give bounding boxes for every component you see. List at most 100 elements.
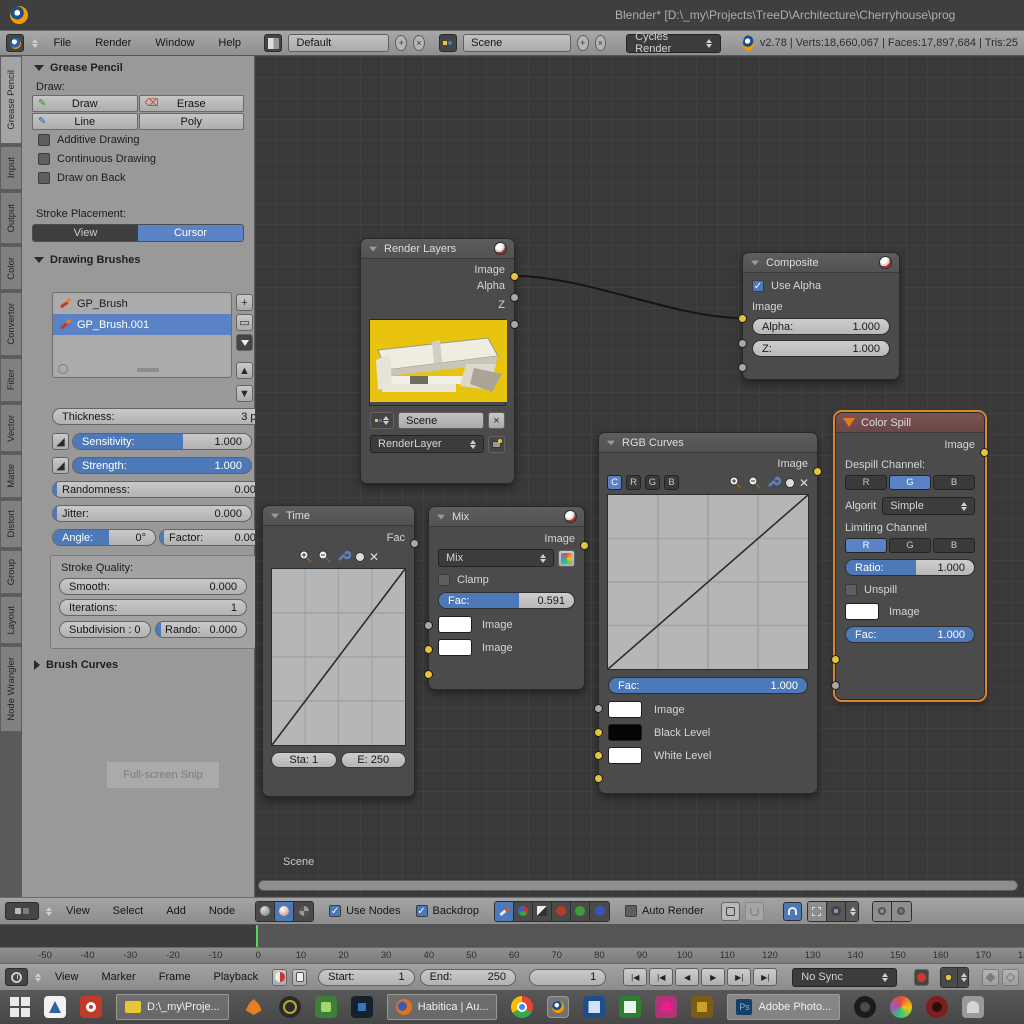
- input-socket-image[interactable]: [831, 655, 840, 664]
- input-socket-fac[interactable]: [424, 621, 433, 630]
- panel-drawing-brushes-header[interactable]: Drawing Brushes: [22, 248, 254, 270]
- curves-fac-slider[interactable]: Fac:1.000: [608, 677, 808, 694]
- output-socket-fac[interactable]: [410, 539, 419, 548]
- gp-line-button[interactable]: ✎Line: [32, 113, 138, 130]
- menu-window[interactable]: Window: [146, 37, 203, 49]
- timeline-playhead[interactable]: [256, 925, 258, 947]
- use-alpha-checkbox[interactable]: ✓: [752, 280, 764, 292]
- zoom-in-icon[interactable]: [298, 549, 313, 564]
- snap-toggle-button[interactable]: [783, 902, 802, 921]
- backdrop-checkbox[interactable]: ✓: [416, 905, 428, 917]
- curves-image-swatch[interactable]: [608, 701, 642, 718]
- mix-input2-color-swatch[interactable]: [438, 639, 472, 656]
- app-icon-13[interactable]: [890, 996, 912, 1018]
- horizontal-scrollbar[interactable]: [258, 880, 1018, 891]
- start-button[interactable]: [10, 997, 30, 1017]
- r-channel-button[interactable]: [552, 902, 571, 921]
- screen-layout-icon-button[interactable]: [264, 34, 282, 52]
- preview-range-icon-button[interactable]: [272, 969, 287, 986]
- despill-r-button[interactable]: R: [845, 475, 887, 490]
- keying-set-stepper[interactable]: [958, 968, 968, 987]
- app-icon-14[interactable]: [926, 996, 948, 1018]
- delete-x-icon[interactable]: ✕: [369, 550, 379, 564]
- use-nodes-checkbox[interactable]: ✓: [329, 905, 341, 917]
- rgb-channel-icon[interactable]: [514, 902, 533, 921]
- output-socket-image[interactable]: [510, 272, 519, 281]
- grease-pencil-draw-icon[interactable]: [495, 902, 514, 921]
- thickness-slider[interactable]: Thickness:3 px: [52, 408, 272, 425]
- subdivision-stepper[interactable]: Subdivision : 0: [59, 621, 151, 638]
- app-icon-2[interactable]: [80, 996, 102, 1018]
- render-layer-select[interactable]: RenderLayer: [370, 435, 484, 453]
- clipping-dot-icon[interactable]: [355, 552, 365, 562]
- input-socket-image[interactable]: [738, 314, 747, 323]
- sensitivity-pressure-icon-button[interactable]: ◢: [52, 433, 69, 450]
- composite-alpha-stepper[interactable]: Alpha:1.000: [752, 318, 890, 335]
- sidebar-tab-layout[interactable]: Layout: [0, 596, 22, 644]
- alpha-channel-icon[interactable]: [533, 902, 552, 921]
- start-frame-stepper[interactable]: Start:1: [318, 969, 414, 986]
- node-mix[interactable]: Mix Image Mix Clamp Fac:0.591 Image Imag…: [428, 506, 585, 690]
- angle-slider[interactable]: Angle:0°: [52, 529, 156, 546]
- delete-x-icon[interactable]: ✕: [799, 476, 809, 490]
- list-grip[interactable]: [137, 368, 159, 372]
- keying-set-icon[interactable]: [941, 968, 958, 987]
- jitter-slider[interactable]: Jitter:0.000: [52, 505, 252, 522]
- app-icon-6[interactable]: [351, 996, 373, 1018]
- menu-marker[interactable]: Marker: [92, 971, 144, 983]
- timeline-editor-type-button[interactable]: [5, 968, 28, 986]
- rgb-curve-widget[interactable]: [608, 495, 808, 669]
- channel-b-button[interactable]: B: [664, 475, 679, 490]
- rl-scene-field[interactable]: Scene: [398, 412, 484, 429]
- sensitivity-slider[interactable]: Sensitivity:1.000: [72, 433, 252, 450]
- sidebar-tab-convertor[interactable]: Convertor: [0, 292, 22, 356]
- chrome-icon[interactable]: [511, 996, 533, 1018]
- clipping-dot-icon[interactable]: [785, 478, 795, 488]
- auto-render-checkbox[interactable]: [625, 905, 637, 917]
- menu-render[interactable]: Render: [86, 37, 140, 49]
- snap-target-button[interactable]: [827, 902, 846, 921]
- b-channel-button[interactable]: [590, 902, 609, 921]
- unspill-checkbox[interactable]: [845, 584, 857, 596]
- brush-list-item-selected[interactable]: GP_Brush.001: [53, 314, 231, 335]
- limiting-g-button[interactable]: G: [889, 538, 931, 553]
- sidebar-tab-input[interactable]: Input: [0, 146, 22, 190]
- explorer-task-button[interactable]: D:\_my\Proje...: [116, 994, 229, 1020]
- channel-r-button[interactable]: R: [626, 475, 641, 490]
- iterations-stepper[interactable]: Iterations:1: [59, 599, 247, 616]
- output-socket-image[interactable]: [980, 448, 989, 457]
- node-composite[interactable]: Composite ✓ Use Alpha Image Alpha:1.000 …: [742, 252, 900, 380]
- sidebar-tab-grease-pencil[interactable]: Grease Pencil: [0, 56, 22, 144]
- clamp-checkbox[interactable]: [438, 574, 450, 586]
- firefox-task-button[interactable]: Habitica | Au...: [387, 994, 498, 1020]
- input-socket-z[interactable]: [738, 363, 747, 372]
- channel-g-button[interactable]: G: [645, 475, 660, 490]
- zoom-in-icon[interactable]: [728, 475, 743, 490]
- scene-datablock-icon-button[interactable]: [370, 412, 394, 429]
- node-rgb-curves[interactable]: RGB Curves Image C R G B ✕ F: [598, 432, 818, 794]
- output-socket-alpha[interactable]: [510, 293, 519, 302]
- editor-type-button[interactable]: [6, 34, 24, 52]
- scene-delete-button[interactable]: ×: [595, 35, 607, 51]
- lock-cursor-icon-button[interactable]: [292, 969, 307, 986]
- placement-cursor-button[interactable]: Cursor: [138, 225, 243, 241]
- input-socket-alpha[interactable]: [738, 339, 747, 348]
- gp-poly-button[interactable]: Poly: [139, 113, 245, 130]
- panel-grease-pencil-header[interactable]: Grease Pencil: [22, 56, 254, 78]
- color-wheel-icon-button[interactable]: [558, 550, 575, 567]
- random-slider[interactable]: Rando:0.000: [155, 621, 247, 638]
- sidebar-tab-node-wrangler[interactable]: Node Wrangler: [0, 646, 22, 732]
- scene-icon-button[interactable]: [439, 34, 457, 52]
- editor-type-stepper[interactable]: [32, 39, 38, 48]
- sync-mode-select[interactable]: No Sync: [792, 968, 897, 987]
- jump-to-end-button[interactable]: ▶|: [753, 968, 777, 986]
- play-button[interactable]: ▶: [701, 968, 725, 986]
- render-engine-select[interactable]: Cycles Render: [626, 34, 721, 53]
- menu-node[interactable]: Node: [200, 905, 244, 917]
- snap-stepper[interactable]: [846, 902, 858, 921]
- shader-nodes-button[interactable]: [256, 902, 275, 921]
- time-end-stepper[interactable]: E: 250: [341, 752, 407, 768]
- rl-scene-unlink-button[interactable]: ×: [488, 412, 505, 429]
- app-icon-4[interactable]: [279, 996, 301, 1018]
- menu-frame[interactable]: Frame: [150, 971, 200, 983]
